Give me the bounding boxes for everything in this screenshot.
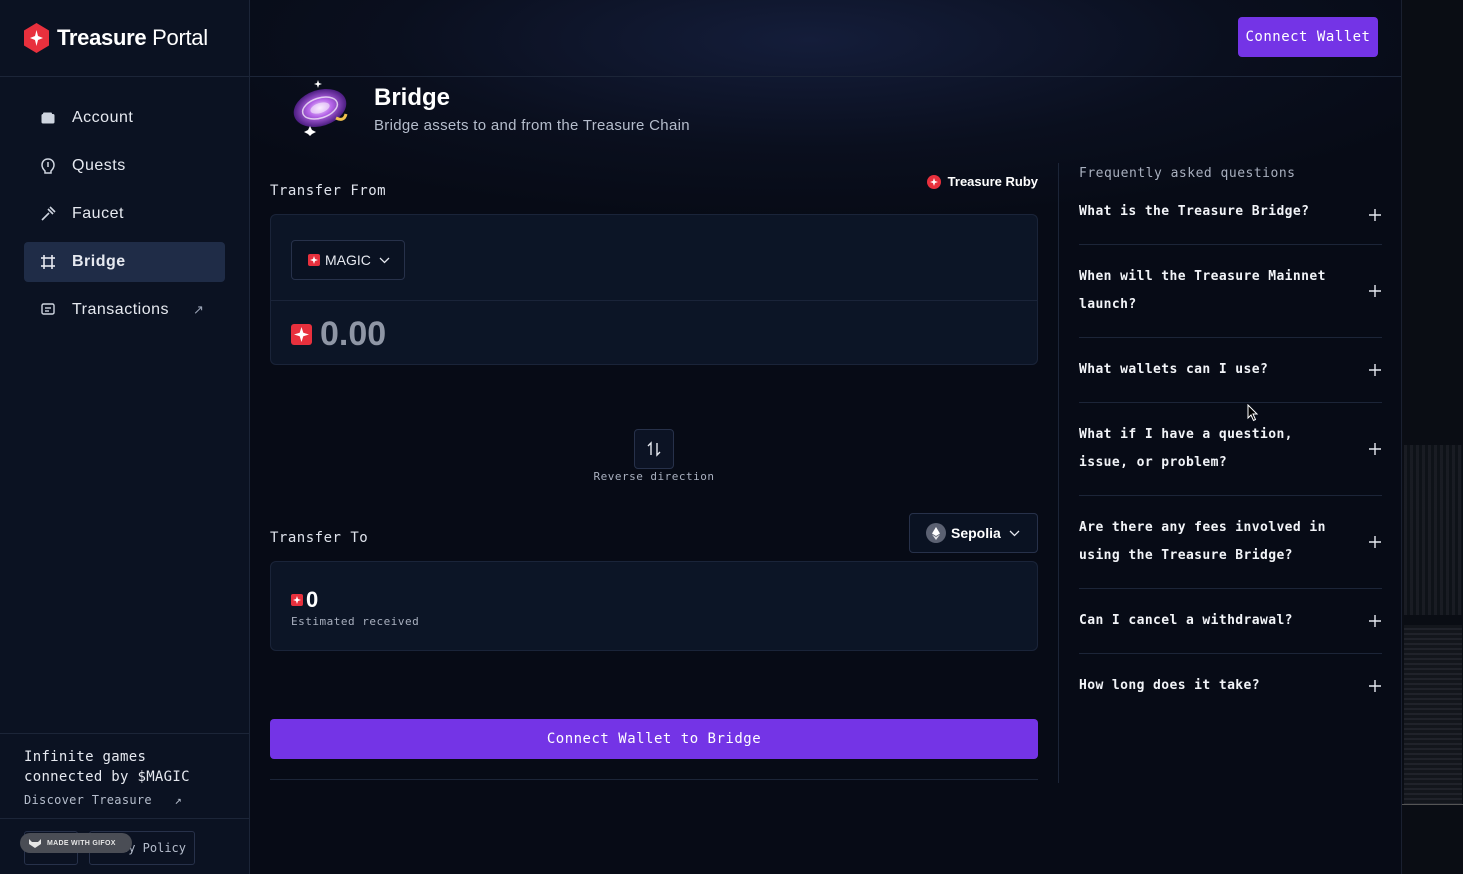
page-subtitle: Bridge assets to and from the Treasure C… [374, 117, 690, 134]
bridge-icon [39, 253, 57, 271]
from-chain-indicator: Treasure Ruby [926, 174, 1038, 189]
faq-item[interactable]: What if I have a question, issue, or pro… [1079, 403, 1382, 496]
sidebar-item-quests[interactable]: Quests [24, 146, 225, 186]
desktop-background [1401, 0, 1463, 874]
brand-name: Treasure Portal [57, 25, 208, 50]
sidebar-item-bridge[interactable]: Bridge [24, 242, 225, 282]
receipt-icon [39, 301, 57, 319]
plus-icon [1369, 285, 1381, 297]
sidebar-item-label: Faucet [72, 205, 124, 222]
plus-icon [1369, 209, 1381, 221]
transfer-to-panel: 0 Estimated received [270, 561, 1038, 651]
promo-line-1: Infinite games [24, 749, 147, 765]
ethereum-icon [926, 523, 946, 543]
sidebar-item-label: Account [72, 109, 134, 126]
faq-item[interactable]: Are there any fees involved in using the… [1079, 496, 1382, 589]
divider [270, 779, 1038, 780]
reverse-direction-button[interactable] [634, 429, 674, 469]
background-texture [1404, 445, 1462, 615]
top-bar: Connect Wallet [250, 0, 1401, 77]
bridge-portal-illustration [293, 80, 348, 136]
sidebar-item-label: Transactions [72, 301, 169, 318]
faq-item[interactable]: What is the Treasure Bridge? [1079, 186, 1382, 245]
transfer-to-label: Transfer To [270, 530, 369, 546]
chevron-down-icon [1009, 530, 1020, 536]
external-link-icon: ↗ [174, 793, 183, 807]
sidebar-promo: Infinite games connected by $MAGIC Disco… [0, 733, 249, 807]
background-texture [1404, 625, 1462, 805]
sidebar-item-label: Bridge [72, 253, 126, 270]
plus-icon [1369, 680, 1381, 692]
amount-input-value[interactable]: 0.00 [320, 315, 386, 354]
magic-token-icon [291, 594, 303, 606]
faq-section: Frequently asked questions What is the T… [1079, 162, 1382, 718]
sidebar-item-label: Quests [72, 157, 126, 174]
gifox-watermark: MADE WITH GIFOX [20, 833, 132, 853]
token-select-label: MAGIC [325, 252, 371, 268]
mouse-cursor-icon [1247, 404, 1259, 422]
chevron-down-icon [379, 257, 390, 263]
plus-icon [1369, 536, 1381, 548]
connect-wallet-to-bridge-button[interactable]: Connect Wallet to Bridge [270, 719, 1038, 759]
connect-wallet-button[interactable]: Connect Wallet [1238, 17, 1378, 57]
chain-select-label: Sepolia [951, 525, 1001, 541]
magic-token-icon [308, 254, 320, 266]
promo-line-2: connected by $MAGIC [24, 769, 190, 785]
faq-title: Frequently asked questions [1079, 166, 1296, 181]
estimated-received-label: Estimated received [291, 615, 420, 628]
transfer-from-label: Transfer From [270, 183, 387, 199]
wallet-icon [39, 109, 57, 127]
main-content: Connect Wallet Bridge Bridge assets to a… [250, 0, 1401, 874]
sidebar-item-account[interactable]: Account [24, 98, 225, 138]
faq-item[interactable]: How long does it take? [1079, 654, 1382, 718]
faq-item[interactable]: When will the Treasure Mainnet launch? [1079, 245, 1382, 338]
sidebar-item-faucet[interactable]: Faucet [24, 194, 225, 234]
sidebar: Treasure Portal Account Quests Faucet Br… [0, 0, 250, 874]
sidebar-nav: Account Quests Faucet Bridge Transaction… [0, 77, 249, 330]
discover-treasure-link[interactable]: Discover Treasure ↗ [24, 793, 225, 807]
transfer-from-panel: MAGIC 0.00 [270, 214, 1038, 365]
estimated-amount: 0 [291, 587, 318, 613]
swap-vertical-icon [647, 441, 661, 457]
treasure-ruby-icon [926, 174, 941, 189]
column-divider [1058, 163, 1059, 783]
treasure-logo-icon [24, 23, 49, 53]
destination-chain-select[interactable]: Sepolia [909, 513, 1038, 553]
faq-item[interactable]: Can I cancel a withdrawal? [1079, 589, 1382, 654]
magic-token-icon [291, 324, 312, 345]
quest-icon [39, 157, 57, 175]
page-title: Bridge [374, 84, 451, 111]
plus-icon [1369, 443, 1381, 455]
reverse-direction-label: Reverse direction [593, 470, 715, 483]
panel-divider [271, 300, 1037, 301]
external-link-icon: ↗ [193, 302, 205, 317]
sidebar-item-transactions[interactable]: Transactions ↗ [24, 290, 225, 330]
plus-icon [1369, 364, 1381, 376]
background-line [1402, 804, 1463, 805]
fox-icon [29, 839, 41, 848]
estimated-amount-value: 0 [306, 587, 319, 612]
transfer-amount[interactable]: 0.00 [291, 315, 386, 354]
faq-item[interactable]: What wallets can I use? [1079, 338, 1382, 403]
faucet-icon [39, 205, 57, 223]
token-select[interactable]: MAGIC [291, 240, 405, 280]
brand-header[interactable]: Treasure Portal [0, 0, 249, 77]
plus-icon [1369, 615, 1381, 627]
